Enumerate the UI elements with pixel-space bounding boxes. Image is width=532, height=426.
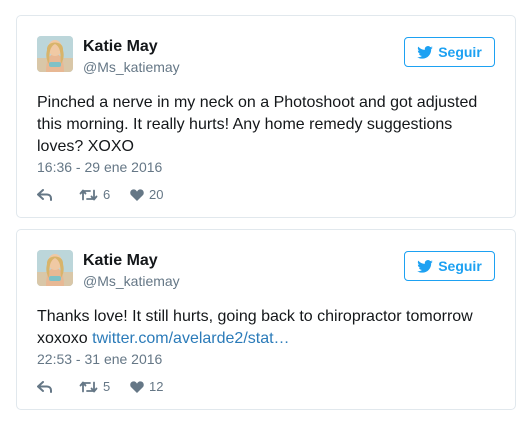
tweet-actions: 6 20 <box>37 187 163 202</box>
twitter-bird-icon <box>417 259 434 273</box>
tweet-text: Thanks love! It still hurts, going back … <box>37 306 497 350</box>
reply-button[interactable] <box>37 380 79 393</box>
follow-button-label: Seguir <box>438 44 482 60</box>
avatar[interactable] <box>37 36 73 72</box>
like-button[interactable]: 20 <box>130 187 163 202</box>
heart-icon <box>130 188 144 201</box>
reply-icon <box>37 188 52 201</box>
tweet-text: Pinched a nerve in my neck on a Photosho… <box>37 92 497 158</box>
tweet-timestamp[interactable]: 16:36 - 29 ene 2016 <box>37 158 162 176</box>
twitter-bird-icon <box>417 45 434 59</box>
tweet-actions: 5 12 <box>37 379 163 394</box>
like-count: 20 <box>149 187 164 202</box>
embedded-tweet: Katie May @Ms_katiemay Seguir Pinched a … <box>16 15 516 218</box>
follow-button[interactable]: Seguir <box>404 37 495 67</box>
retweet-button[interactable]: 6 <box>79 187 130 202</box>
author-handle[interactable]: @Ms_katiemay <box>83 272 180 290</box>
author-handle[interactable]: @Ms_katiemay <box>83 58 180 76</box>
heart-icon <box>130 380 144 393</box>
tweet-timestamp[interactable]: 22:53 - 31 ene 2016 <box>37 350 162 368</box>
retweet-count: 6 <box>103 187 111 202</box>
tweet-link[interactable]: twitter.com/avelarde2/stat… <box>92 330 289 347</box>
follow-button-label: Seguir <box>438 258 482 274</box>
like-count: 12 <box>149 379 164 394</box>
retweet-count: 5 <box>103 379 111 394</box>
tweet-body: Pinched a nerve in my neck on a Photosho… <box>37 94 478 155</box>
avatar[interactable] <box>37 250 73 286</box>
embedded-tweet: Katie May @Ms_katiemay Seguir Thanks lov… <box>16 229 516 410</box>
reply-icon <box>37 380 52 393</box>
follow-button[interactable]: Seguir <box>404 251 495 281</box>
author-name[interactable]: Katie May <box>83 251 158 271</box>
retweet-button[interactable]: 5 <box>79 379 130 394</box>
retweet-icon <box>79 381 98 393</box>
author-name[interactable]: Katie May <box>83 37 158 57</box>
reply-button[interactable] <box>37 188 79 201</box>
like-button[interactable]: 12 <box>130 379 163 394</box>
retweet-icon <box>79 189 98 201</box>
